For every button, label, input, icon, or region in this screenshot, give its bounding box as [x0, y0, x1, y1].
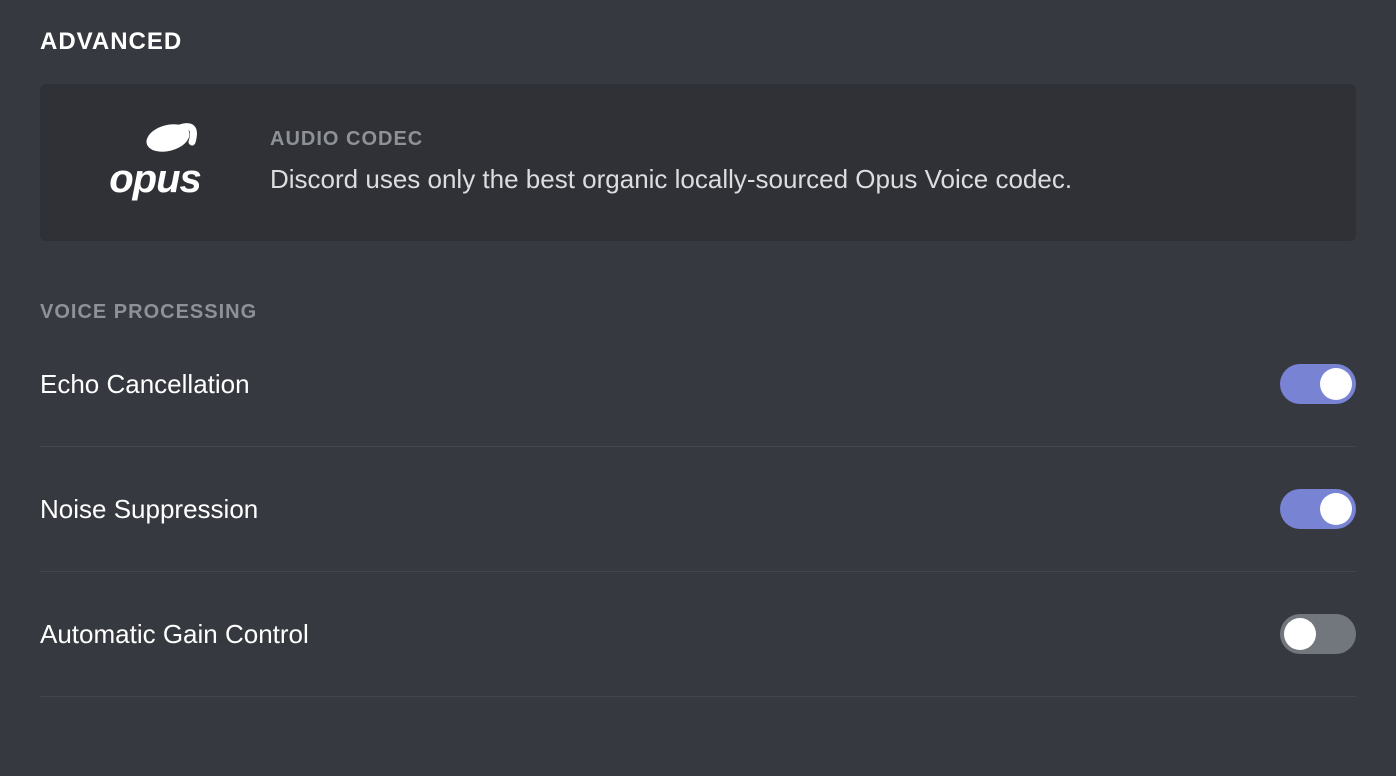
setting-label: Noise Suppression [40, 494, 258, 525]
setting-label: Echo Cancellation [40, 369, 250, 400]
setting-echo-cancellation: Echo Cancellation [40, 364, 1356, 447]
setting-noise-suppression: Noise Suppression [40, 489, 1356, 572]
codec-info: AUDIO CODEC Discord uses only the best o… [270, 128, 1316, 197]
voice-processing-title: VOICE PROCESSING [40, 301, 1356, 324]
toggle-knob [1284, 618, 1316, 650]
toggle-knob [1320, 493, 1352, 525]
noise-suppression-toggle[interactable] [1280, 489, 1356, 529]
automatic-gain-control-toggle[interactable] [1280, 614, 1356, 654]
toggle-knob [1320, 368, 1352, 400]
codec-description: Discord uses only the best organic local… [270, 161, 1316, 197]
echo-cancellation-toggle[interactable] [1280, 364, 1356, 404]
opus-logo-icon: opus [80, 120, 230, 205]
svg-text:opus: opus [109, 157, 201, 201]
section-title: ADVANCED [40, 28, 1356, 56]
audio-codec-card: opus AUDIO CODEC Discord uses only the b… [40, 84, 1356, 241]
codec-label: AUDIO CODEC [270, 128, 1316, 151]
setting-automatic-gain-control: Automatic Gain Control [40, 614, 1356, 697]
setting-label: Automatic Gain Control [40, 619, 309, 650]
